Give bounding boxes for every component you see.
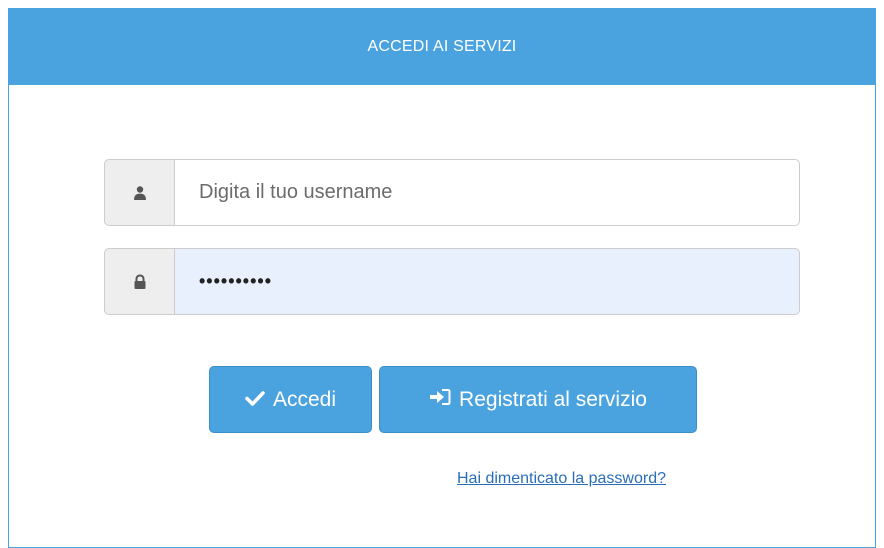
accedi-label: Accedi (272, 387, 337, 411)
sign-in-icon (429, 388, 451, 412)
panel-header: ACCEDI AI SERVIZI (9, 9, 875, 85)
user-icon (104, 159, 174, 226)
username-group: Digita il tuo username (104, 159, 800, 226)
lock-icon (104, 248, 174, 315)
forgot-password-link[interactable]: Hai dimenticato la password? (457, 470, 666, 488)
login-panel: ACCEDI AI SERVIZI Digita il tuo username… (8, 8, 876, 548)
panel-title: ACCEDI AI SERVIZI (367, 38, 517, 55)
password-input[interactable]: •••••••••• (174, 248, 800, 315)
accedi-button[interactable]: Accedi (209, 366, 372, 433)
username-input[interactable]: Digita il tuo username (174, 159, 800, 226)
registrati-button[interactable]: Registrati al servizio (379, 366, 697, 433)
registrati-label: Registrati al servizio (459, 387, 647, 411)
password-group: •••••••••• (104, 248, 800, 315)
checkmark-icon (245, 388, 265, 412)
